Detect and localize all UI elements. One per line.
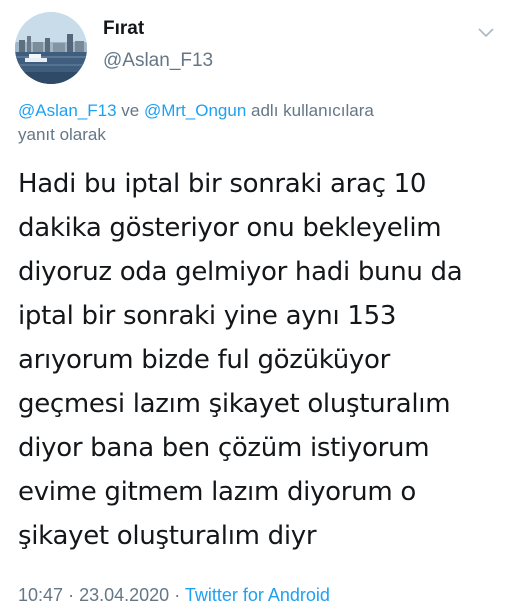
user-handle[interactable]: @Aslan_F13 <box>103 50 213 72</box>
tweet-text-line: arıyorum bizde ful gözüküyor <box>18 345 391 375</box>
reply-suffix: yanıt olarak <box>18 125 106 144</box>
reply-suffix: adlı kullanıcılara <box>251 101 374 120</box>
avatar[interactable] <box>15 12 87 84</box>
reply-connector: ve <box>121 101 140 120</box>
tweet-date[interactable]: 23.04.2020 <box>79 585 169 605</box>
tweet-text-line: diyor bana ben çözüm istiyorum <box>18 433 430 463</box>
mention-link[interactable]: @Mrt_Ongun <box>144 101 246 120</box>
tweet-text-line: diyoruz oda gelmiyor hadi bunu da <box>18 257 463 287</box>
meta-separator: · <box>174 585 181 605</box>
tweet-card: Fırat @Aslan_F13 @Aslan_F13 ve @Mrt_Ongu… <box>0 0 510 616</box>
tweet-text-line: evime gitmem lazım diyorum o <box>18 477 416 507</box>
mention-link[interactable]: @Aslan_F13 <box>18 101 117 120</box>
tweet-text-line: Hadi bu iptal bir sonraki araç 10 <box>18 169 427 199</box>
reply-context: @Aslan_F13 ve @Mrt_Ongun adlı kullanıcıl… <box>18 99 488 147</box>
tweet-text-line: iptal bir sonraki yine aynı 153 <box>18 301 397 331</box>
display-name[interactable]: Fırat <box>103 18 144 40</box>
tweet-text: Hadi bu iptal bir sonraki araç 10 dakika… <box>18 162 498 558</box>
tweet-source-link[interactable]: Twitter for Android <box>185 585 330 605</box>
tweet-time[interactable]: 10:47 <box>18 585 63 605</box>
meta-separator: · <box>68 585 75 605</box>
tweet-text-line: dakika gösteriyor onu bekleyelim <box>18 213 442 243</box>
chevron-down-icon[interactable] <box>478 26 494 38</box>
tweet-metadata: 10:47 · 23.04.2020 · Twitter for Android <box>18 585 330 606</box>
tweet-text-line: geçmesi lazım şikayet oluşturalım <box>18 389 451 419</box>
tweet-text-line: şikayet oluşturalım diyr <box>18 521 317 551</box>
